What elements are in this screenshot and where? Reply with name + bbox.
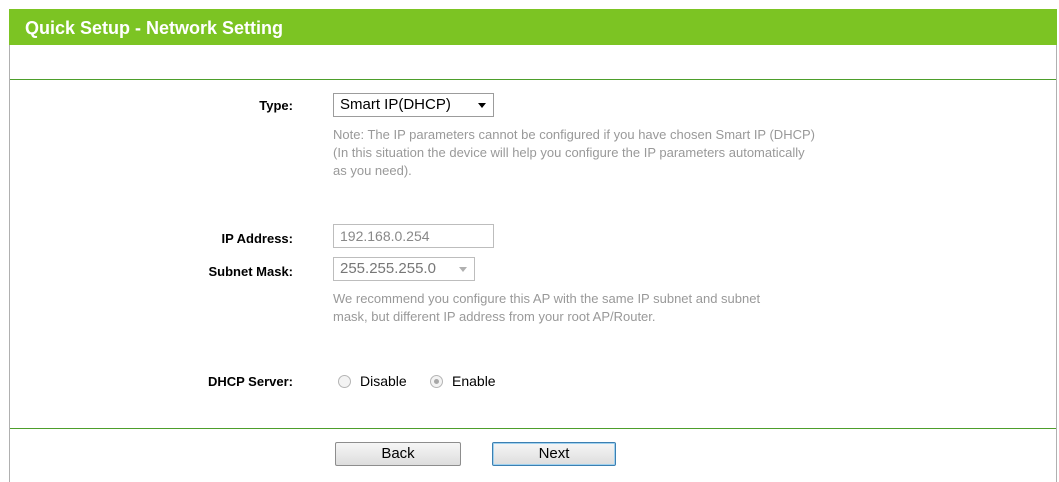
dhcp-enable-label[interactable]: Enable: [452, 373, 496, 389]
subnet-mask-label: Subnet Mask:: [208, 264, 293, 279]
dhcp-enable-radio[interactable]: [430, 375, 443, 388]
ip-address-field[interactable]: 192.168.0.254: [333, 224, 494, 248]
page-title: Quick Setup - Network Setting: [25, 18, 284, 38]
type-note-line: (In this situation the device will help …: [333, 145, 805, 160]
dhcp-disable-label[interactable]: Disable: [360, 373, 407, 389]
type-note-line: as you need).: [333, 163, 412, 178]
top-divider: [10, 79, 1056, 80]
type-select[interactable]: Smart IP(DHCP): [333, 93, 494, 117]
subnet-note-line: We recommend you configure this AP with …: [333, 291, 761, 306]
dhcp-server-label: DHCP Server:: [207, 374, 293, 389]
subnet-note: We recommend you configure this AP with …: [333, 290, 760, 326]
chevron-down-icon: [478, 103, 486, 108]
next-button[interactable]: Next: [492, 442, 616, 466]
subnet-note-line: mask, but different IP address from your…: [333, 309, 656, 324]
bottom-divider: [10, 428, 1056, 429]
dhcp-disable-radio[interactable]: [338, 375, 351, 388]
subnet-mask-value: 255.255.255.0: [340, 260, 436, 277]
ip-address-value: 192.168.0.254: [340, 228, 430, 244]
type-select-value: Smart IP(DHCP): [340, 96, 451, 113]
chevron-down-icon: [459, 267, 467, 272]
type-note: Note: The IP parameters cannot be config…: [333, 126, 815, 180]
subnet-mask-select[interactable]: 255.255.255.0: [333, 257, 475, 281]
back-button[interactable]: Back: [335, 442, 461, 466]
ip-address-label: IP Address:: [221, 231, 293, 246]
type-label: Type:: [259, 98, 293, 113]
type-note-line: Note: The IP parameters cannot be config…: [333, 127, 815, 142]
